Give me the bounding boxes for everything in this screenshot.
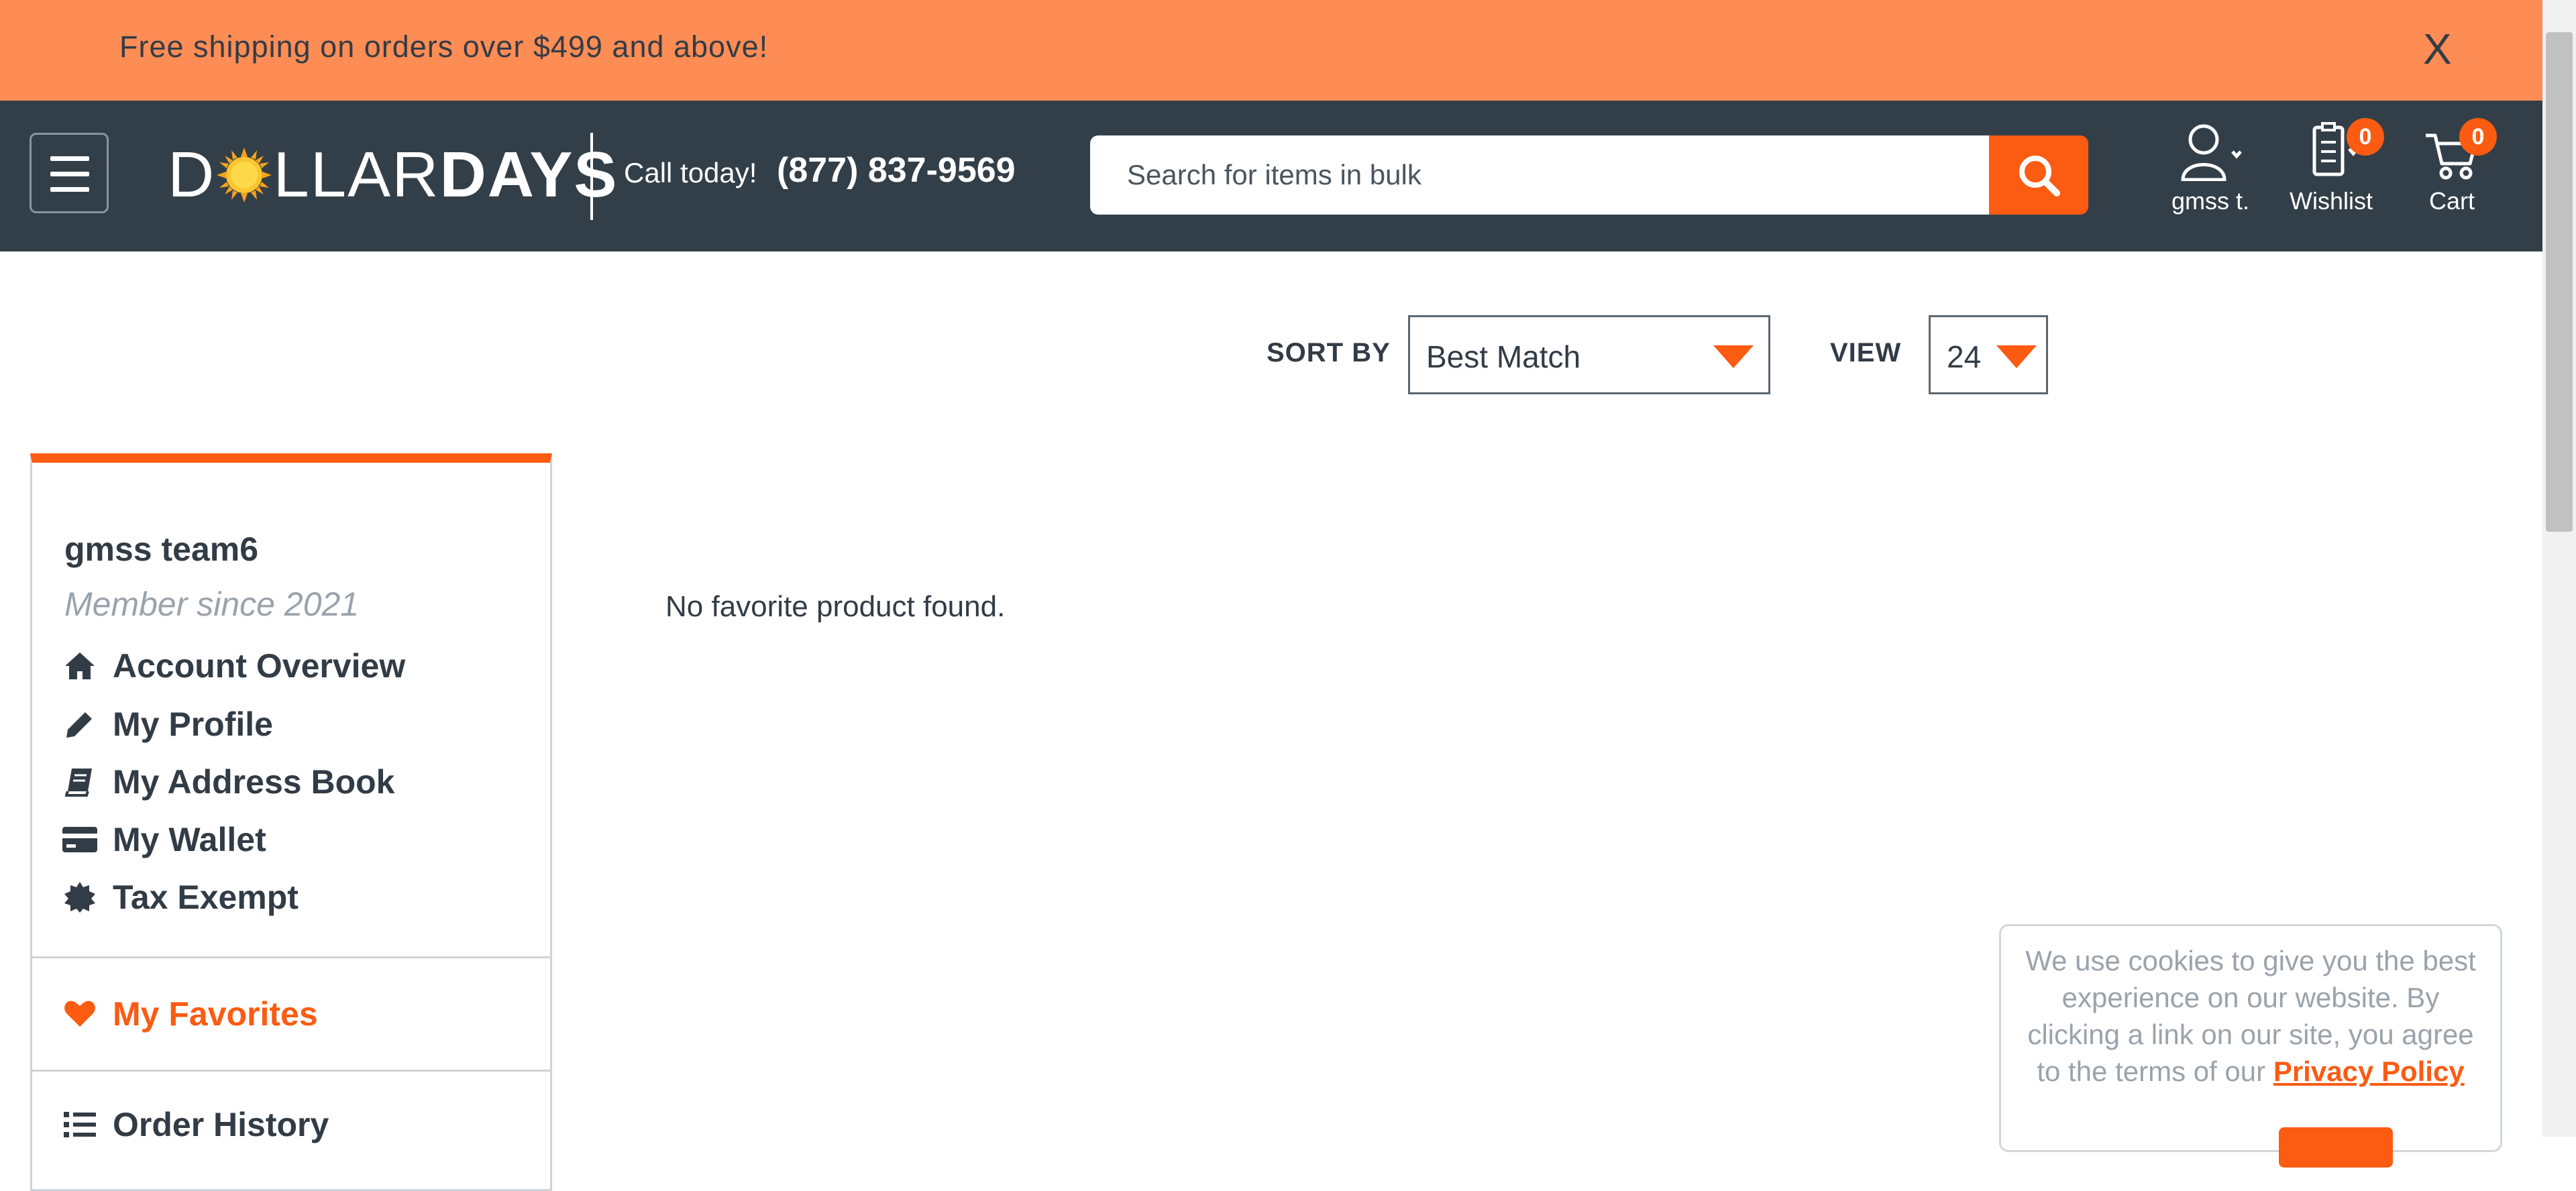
sun-logo-icon: [217, 148, 272, 203]
sidebar-item-tax-exempt[interactable]: Tax Exempt: [62, 874, 299, 921]
sidebar-item-my-address-book[interactable]: My Address Book: [62, 758, 394, 805]
account-sidebar: gmss team6 Member since 2021 Account Ove…: [30, 453, 552, 1191]
sidebar-item-my-wallet[interactable]: My Wallet: [62, 816, 266, 863]
view-selected-value: 24: [1947, 339, 1982, 374]
member-since: Member since 2021: [64, 585, 360, 623]
sidebar-divider: [32, 1070, 550, 1072]
book-icon: [62, 764, 98, 800]
sidebar-item-label: Order History: [113, 1106, 329, 1143]
empty-favorites-message: No favorite product found.: [665, 590, 1006, 623]
site-header: D LLAR DAYS Call today! (877) 837-9569 S…: [0, 101, 2542, 251]
sidebar-item-account-overview[interactable]: Account Overview: [62, 642, 405, 689]
caret-down-icon: [1996, 345, 2037, 368]
cookie-text: We use cookies to give you the best expe…: [2015, 942, 2487, 1090]
sidebar-divider: [32, 956, 550, 958]
promo-close-button[interactable]: X: [2423, 24, 2452, 74]
sidebar-item-label: My Favorites: [113, 995, 318, 1033]
wishlist-label: Wishlist: [2290, 187, 2373, 215]
sort-label: SORT BY: [1267, 338, 1391, 367]
privacy-policy-link[interactable]: Privacy Policy: [2273, 1056, 2465, 1087]
sidebar-item-label: My Address Book: [113, 763, 395, 801]
sidebar-item-my-favorites[interactable]: My Favorites: [62, 990, 318, 1037]
heart-icon: [62, 996, 98, 1032]
cart-button[interactable]: Cart 0: [2415, 118, 2497, 215]
user-name: gmss team6: [64, 530, 259, 568]
caret-down-icon: [1713, 345, 1754, 368]
credit-card-icon: [62, 821, 98, 858]
wishlist-count-badge: 0: [2347, 118, 2384, 156]
sidebar-item-label: Tax Exempt: [113, 878, 299, 916]
sidebar-item-my-profile[interactable]: My Profile: [62, 701, 273, 748]
sidebar-item-order-history[interactable]: Order History: [62, 1101, 329, 1148]
menu-button[interactable]: [30, 133, 109, 213]
cookie-accept-button[interactable]: [2279, 1127, 2393, 1168]
account-menu[interactable]: gmss t.: [2163, 122, 2257, 215]
phone-number-link[interactable]: (877) 837-9569: [777, 150, 1016, 190]
sidebar-item-label: My Wallet: [113, 821, 266, 858]
promo-text: Free shipping on orders over $499 and ab…: [119, 30, 769, 64]
cookie-notice: We use cookies to give you the best expe…: [1999, 924, 2502, 1168]
cart-count-badge: 0: [2459, 118, 2497, 156]
home-icon: [62, 648, 98, 684]
cart-label: Cart: [2428, 187, 2475, 215]
wishlist-button[interactable]: Wishlist 0: [2288, 118, 2384, 215]
logo[interactable]: D LLAR DAYS: [168, 138, 618, 212]
sidebar-item-label: Account Overview: [113, 647, 406, 685]
list-icon: [62, 1107, 98, 1143]
view-label: VIEW: [1830, 338, 1902, 367]
certificate-icon: [62, 879, 98, 915]
sidebar-item-label: My Profile: [113, 705, 273, 743]
sort-selected-value: Best Match: [1426, 339, 1581, 374]
call-label: Call today!: [624, 157, 757, 188]
logo-text-middle: LLAR: [273, 139, 440, 211]
header-divider: [590, 133, 593, 220]
search-button[interactable]: [1989, 135, 2088, 215]
promo-banner: Free shipping on orders over $499 and ab…: [0, 0, 2542, 101]
pencil-icon: [62, 706, 98, 742]
scrollbar-thumb[interactable]: [2546, 32, 2573, 532]
user-icon: [2181, 124, 2242, 182]
sort-select[interactable]: Best Match: [1408, 315, 1770, 394]
search-icon: [2019, 156, 2060, 196]
logo-text-start: D: [168, 139, 216, 211]
view-select[interactable]: 24: [1929, 315, 2048, 394]
search-input[interactable]: [1090, 135, 1989, 215]
account-label: gmss t.: [2171, 187, 2249, 215]
